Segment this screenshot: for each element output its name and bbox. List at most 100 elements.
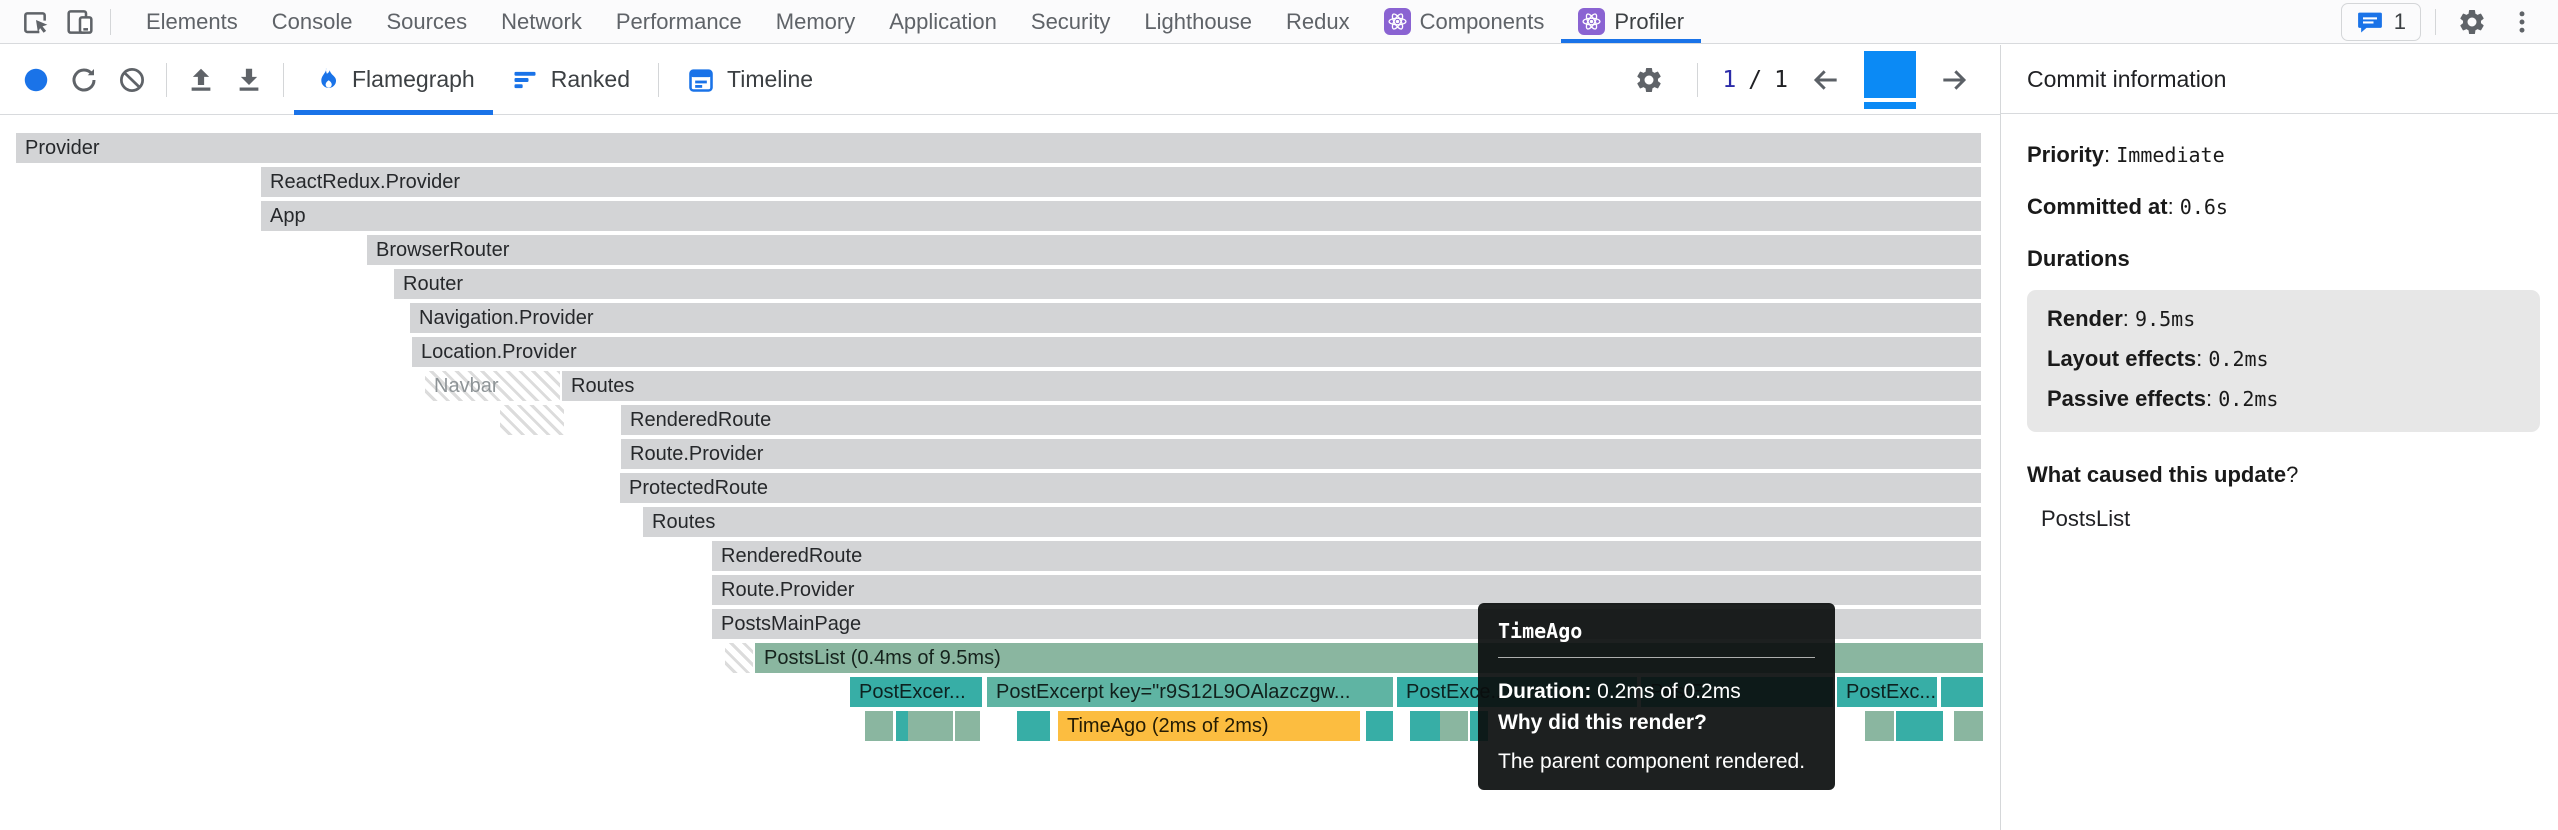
devtools-tab-bar: Elements Console Sources Network Performance…: [0, 0, 2558, 44]
flame-bar[interactable]: RenderedRoute: [621, 405, 1981, 435]
download-icon[interactable]: [225, 56, 273, 104]
flame-bar[interactable]: [908, 711, 953, 741]
tab-label: Console: [272, 9, 353, 35]
flame-bar[interactable]: Location.Provider: [412, 337, 1981, 367]
tab-elements[interactable]: Elements: [129, 0, 255, 43]
render-duration: Render: 9.5ms: [2047, 306, 2520, 332]
flame-bar[interactable]: [500, 405, 564, 435]
devtools-tabs: Elements Console Sources Network Performance…: [129, 0, 1701, 43]
flame-bar[interactable]: [865, 711, 893, 741]
panel-title: Commit information: [2001, 45, 2558, 114]
passive-effects-duration: Passive effects: 0.2ms: [2047, 386, 2520, 412]
flame-bar[interactable]: PostExcer...: [850, 677, 982, 707]
next-commit-arrow-icon[interactable]: [1930, 56, 1978, 104]
upload-icon[interactable]: [177, 56, 225, 104]
tab-timeline[interactable]: Timeline: [669, 45, 831, 114]
commit-info-panel: Commit information Priority: Immediate C…: [2000, 45, 2558, 830]
clear-icon[interactable]: [108, 56, 156, 104]
reload-icon[interactable]: [60, 56, 108, 104]
tab-memory[interactable]: Memory: [759, 0, 872, 43]
tab-label: Elements: [146, 9, 238, 35]
flame-bar[interactable]: Router: [394, 269, 1981, 299]
tab-lighthouse[interactable]: Lighthouse: [1127, 0, 1269, 43]
flame-bar[interactable]: Route.Provider: [621, 439, 1981, 469]
divider: [166, 63, 167, 97]
flame-bar[interactable]: Navbar: [425, 371, 560, 401]
tab-network[interactable]: Network: [484, 0, 599, 43]
flame-bar[interactable]: [1440, 711, 1468, 741]
flame-bar[interactable]: [1941, 677, 1983, 707]
flame-icon: [312, 66, 340, 94]
flame-bar[interactable]: [1925, 711, 1943, 741]
flame-bar[interactable]: PostExcerpt key="r9S12L9OAlazczgw...: [987, 677, 1393, 707]
tab-label: Profiler: [1614, 9, 1684, 35]
flame-bar[interactable]: Route.Provider: [712, 575, 1981, 605]
tab-security[interactable]: Security: [1014, 0, 1127, 43]
tab-label: Components: [1420, 9, 1545, 35]
view-tab-label: Flamegraph: [352, 66, 475, 93]
flame-bar[interactable]: Routes: [643, 507, 1981, 537]
flame-bar[interactable]: TimeAgo (2ms of 2ms): [1058, 711, 1360, 741]
tab-sources[interactable]: Sources: [369, 0, 484, 43]
cause-item-postslist[interactable]: PostsList: [2041, 506, 2540, 532]
tooltip-divider: [1498, 657, 1815, 658]
flame-bar[interactable]: Routes: [562, 371, 1981, 401]
tab-application[interactable]: Application: [872, 0, 1014, 43]
record-icon[interactable]: [12, 56, 60, 104]
inspect-element-icon[interactable]: [14, 2, 58, 42]
divider: [1697, 63, 1698, 97]
tooltip-title: TimeAgo: [1498, 619, 1815, 643]
tooltip-why-value: The parent component rendered.: [1498, 750, 1815, 774]
tab-label: Memory: [776, 9, 855, 35]
comment-icon: [2356, 8, 2384, 36]
tab-ranked[interactable]: Ranked: [493, 45, 648, 114]
tab-label: Security: [1031, 9, 1110, 35]
settings-icon[interactable]: [2450, 2, 2494, 42]
tab-console[interactable]: Console: [255, 0, 370, 43]
flame-bar[interactable]: App: [261, 201, 1981, 231]
flame-bar[interactable]: ReactRedux.Provider: [261, 167, 1981, 197]
tab-label: Performance: [616, 9, 742, 35]
prev-commit-arrow-icon[interactable]: [1802, 56, 1850, 104]
flame-bar[interactable]: ProtectedRoute: [620, 473, 1981, 503]
flame-bar[interactable]: PostExc...: [1837, 677, 1937, 707]
divider: [658, 63, 659, 97]
tab-components[interactable]: Components: [1367, 0, 1562, 43]
flame-bar[interactable]: BrowserRouter: [367, 235, 1981, 265]
divider: [283, 63, 284, 97]
pager-separator: /: [1748, 67, 1762, 93]
flame-bar[interactable]: [1366, 711, 1393, 741]
tooltip-duration: Duration: 0.2ms of 0.2ms: [1498, 676, 1815, 707]
commit-navigation: 1 / 1: [1625, 51, 1988, 109]
tab-redux[interactable]: Redux: [1269, 0, 1367, 43]
device-toolbar-icon[interactable]: [58, 2, 102, 42]
flame-bar[interactable]: [1865, 711, 1894, 741]
tab-label: Network: [501, 9, 582, 35]
tab-profiler[interactable]: Profiler: [1561, 0, 1701, 43]
divider: [110, 9, 111, 35]
flame-bar[interactable]: [1030, 711, 1050, 741]
flame-bar[interactable]: [725, 643, 753, 673]
timeline-icon: [687, 66, 715, 94]
flame-bar[interactable]: RenderedRoute: [712, 541, 1981, 571]
flame-bar[interactable]: [955, 711, 980, 741]
comments-button[interactable]: 1: [2341, 3, 2421, 41]
tab-label: Redux: [1286, 9, 1350, 35]
kebab-menu-icon[interactable]: [2500, 2, 2544, 42]
flame-bar[interactable]: Provider: [16, 133, 1981, 163]
flame-bar[interactable]: Navigation.Provider: [410, 303, 1981, 333]
what-caused-heading: What caused this update?: [2027, 462, 2540, 488]
commit-selector-bar[interactable]: [1864, 51, 1916, 109]
divider: [2435, 9, 2436, 35]
priority-row: Priority: Immediate: [2027, 142, 2540, 168]
durations-heading: Durations: [2027, 246, 2540, 272]
profiler-toolbar: Flamegraph Ranked Timeline 1 / 1: [0, 45, 2000, 115]
commit-pager: 1 / 1: [1722, 67, 1788, 93]
tab-label: Sources: [386, 9, 467, 35]
flamegraph: TimeAgo Duration: 0.2ms of 0.2ms Why did…: [0, 115, 2000, 830]
view-tab-label: Timeline: [727, 66, 813, 93]
tab-flamegraph[interactable]: Flamegraph: [294, 45, 493, 114]
flame-bar[interactable]: [1954, 711, 1983, 741]
profiler-settings-icon[interactable]: [1625, 56, 1673, 104]
tab-performance[interactable]: Performance: [599, 0, 759, 43]
